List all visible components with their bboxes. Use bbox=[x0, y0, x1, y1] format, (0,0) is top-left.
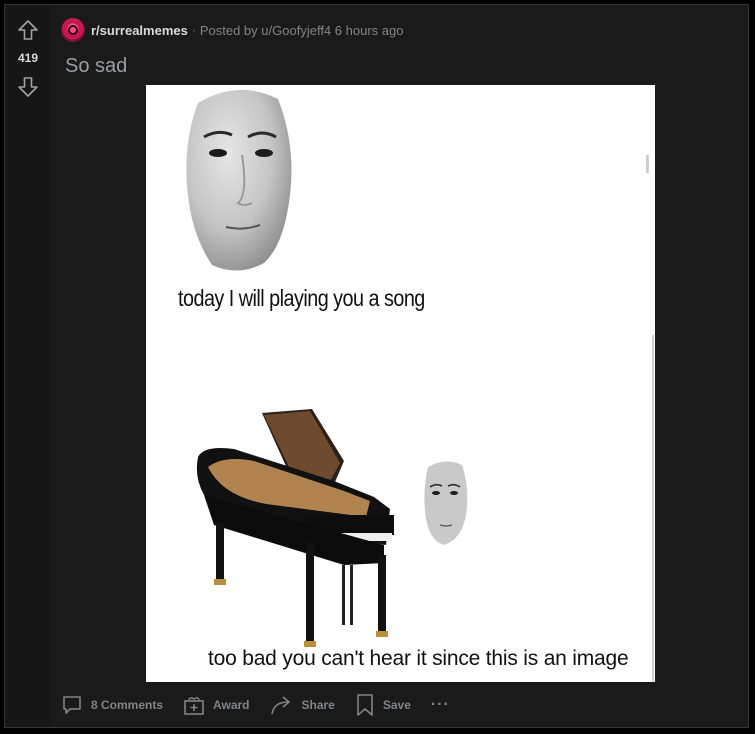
image-caption-bottom: too bad you can't hear it since this is … bbox=[208, 647, 629, 670]
posted-by: Posted by u/Goofyjeff4 6 hours ago bbox=[200, 23, 404, 38]
share-label: Share bbox=[301, 698, 335, 712]
image-caption-top: today I will playing you a song bbox=[178, 285, 425, 311]
comments-button[interactable]: 8 Comments bbox=[61, 694, 163, 716]
post-title[interactable]: So sad bbox=[65, 55, 127, 78]
upvote-arrow-icon[interactable] bbox=[16, 18, 40, 42]
meme-face-large-image bbox=[186, 89, 292, 271]
subreddit-link[interactable]: r/surrealmemes bbox=[91, 23, 188, 38]
vote-column: 419 bbox=[5, 5, 51, 727]
post-header: r/surrealmemes · Posted by u/Goofyjeff4 … bbox=[61, 17, 403, 43]
image-artifact-mark bbox=[646, 155, 649, 173]
award-button[interactable]: Award bbox=[183, 694, 250, 716]
separator-dot: · bbox=[191, 23, 196, 37]
posted-prefix: Posted by bbox=[199, 22, 258, 38]
comments-label: 8 Comments bbox=[91, 698, 164, 712]
downvote-arrow-icon[interactable] bbox=[16, 75, 40, 99]
award-label: Award bbox=[213, 698, 250, 712]
post-card: 419 r/surrealmemes · Posted by u/Goofyje… bbox=[4, 4, 749, 728]
post-image[interactable]: today I will playing you a song too bad … bbox=[146, 85, 655, 682]
vote-score: 419 bbox=[17, 51, 39, 65]
bookmark-icon bbox=[357, 694, 373, 716]
share-arrow-icon bbox=[270, 696, 290, 715]
meme-face-small-image bbox=[424, 461, 468, 545]
gift-icon bbox=[184, 697, 204, 715]
more-options-button[interactable]: ··· bbox=[431, 696, 450, 714]
image-border-line bbox=[652, 335, 654, 682]
comment-bubble-icon bbox=[63, 696, 81, 714]
share-button[interactable]: Share bbox=[270, 694, 335, 716]
post-actions-bar: 8 Comments Award Share Save ··· bbox=[61, 691, 450, 719]
subreddit-avatar-icon[interactable] bbox=[61, 18, 85, 42]
save-button[interactable]: Save bbox=[355, 693, 411, 717]
grand-piano-image bbox=[196, 409, 394, 647]
post-time: 6 hours ago bbox=[334, 22, 404, 38]
save-label: Save bbox=[382, 698, 411, 712]
author-link[interactable]: u/Goofyjeff4 bbox=[261, 23, 331, 38]
